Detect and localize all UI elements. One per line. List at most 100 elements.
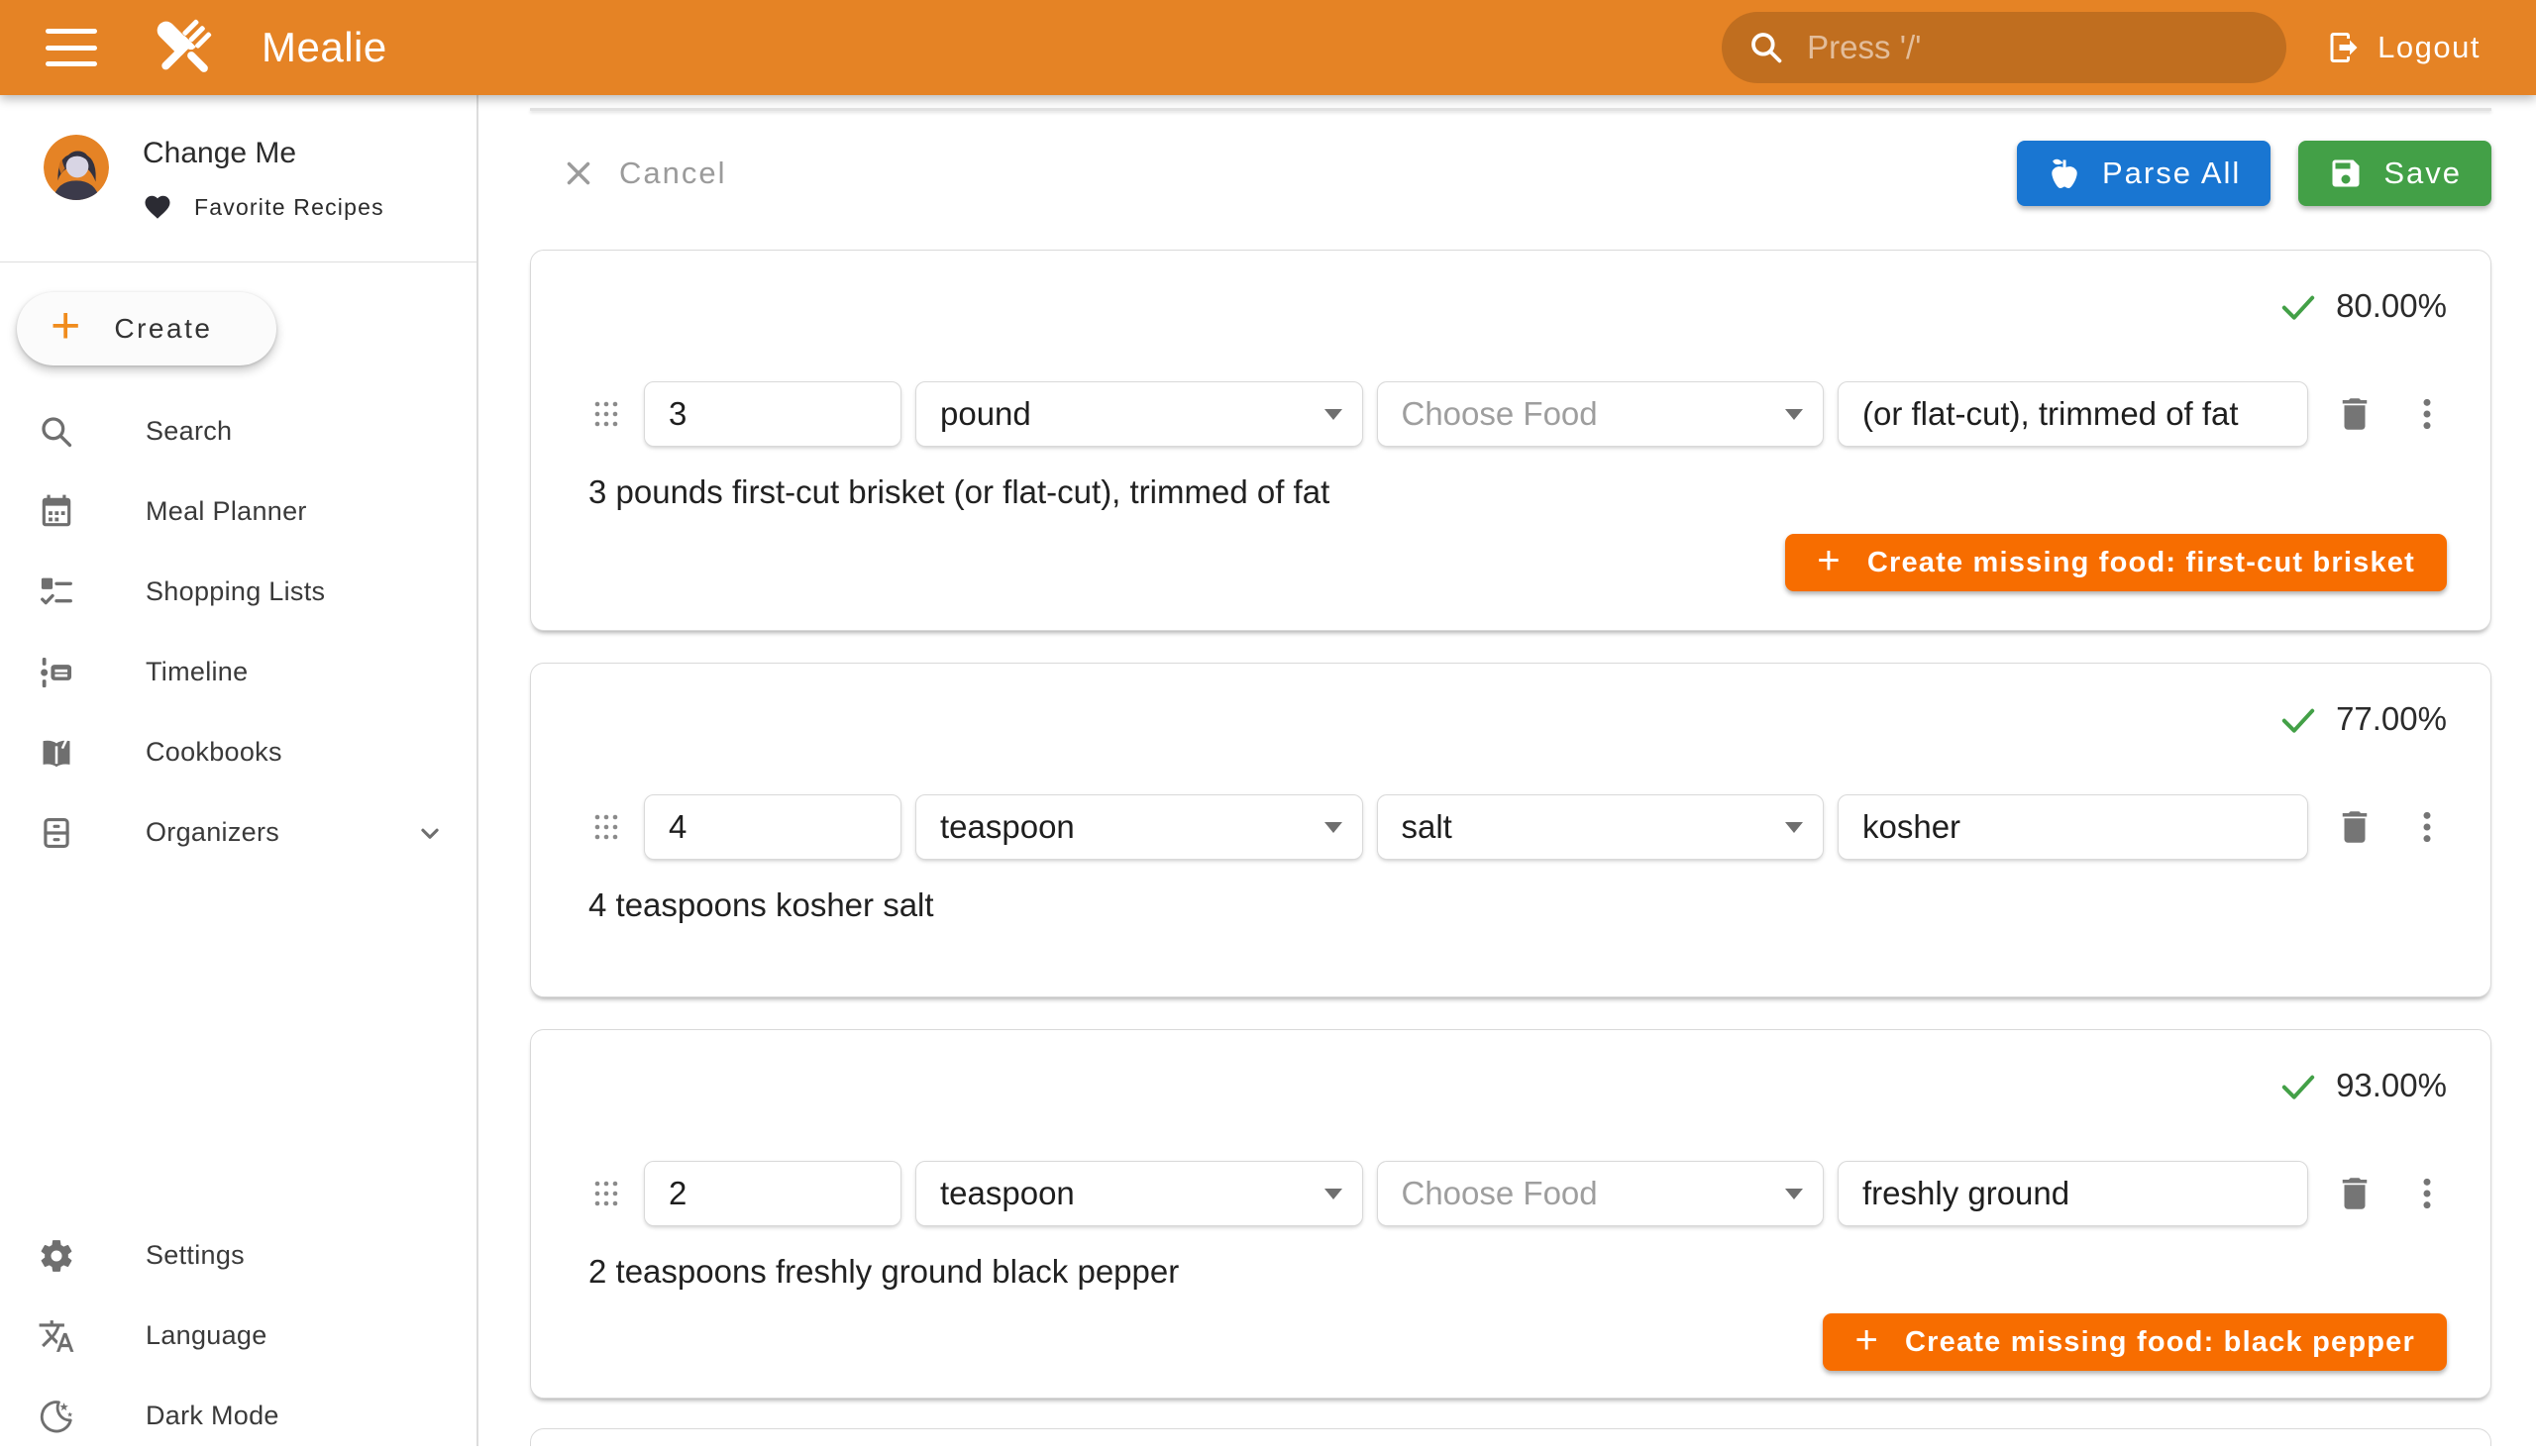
kebab-icon: [2407, 807, 2447, 847]
close-icon: [560, 155, 597, 192]
create-label: Create: [114, 313, 212, 345]
quantity-input[interactable]: [644, 794, 901, 860]
create-missing-food-button[interactable]: + Create missing food: first-cut brisket: [1785, 534, 2447, 591]
ingredient-menu-button[interactable]: [2407, 394, 2447, 434]
drag-handle-icon[interactable]: [588, 1176, 624, 1211]
create-button[interactable]: + Create: [17, 292, 276, 365]
ingredient-menu-button[interactable]: [2407, 1174, 2447, 1213]
original-ingredient-text: 2 teaspoons freshly ground black pepper: [588, 1252, 2447, 1292]
check-icon: [2278, 699, 2318, 739]
confidence-row: 80.00%: [588, 286, 2447, 326]
quantity-input[interactable]: [644, 381, 901, 447]
drag-handle-icon[interactable]: [588, 809, 624, 845]
calendar-icon: [37, 492, 76, 532]
parse-all-button[interactable]: Parse All: [2017, 141, 2271, 206]
logout-label: Logout: [2378, 30, 2481, 65]
main-content: Cancel Parse All Save 80.00%: [480, 95, 2536, 1446]
delete-ingredient-button[interactable]: [2334, 393, 2376, 435]
app-header: Mealie Logout: [0, 0, 2536, 95]
sidebar-item-organizers[interactable]: Organizers: [0, 792, 476, 873]
food-select[interactable]: Choose Food: [1377, 1161, 1825, 1226]
heart-icon: [143, 192, 172, 222]
caret-down-icon: [1785, 822, 1803, 833]
unit-select[interactable]: pound: [915, 381, 1363, 447]
sidebar-item-timeline[interactable]: Timeline: [0, 632, 476, 712]
logout-button[interactable]: Logout: [2326, 30, 2481, 65]
delete-ingredient-button[interactable]: [2334, 1173, 2376, 1214]
check-icon: [2278, 1066, 2318, 1105]
note-input[interactable]: [1838, 794, 2308, 860]
trash-icon: [2334, 393, 2376, 435]
drawer-icon: [37, 813, 76, 853]
logout-icon: [2326, 30, 2362, 65]
moon-stars-icon: [37, 1397, 76, 1436]
ingredient-card: 80.00% pound Choose Food: [530, 250, 2491, 631]
caret-down-icon: [1785, 1189, 1803, 1199]
sidebar-bottom-nav: Settings Language Dark Mode: [0, 1215, 476, 1456]
caret-down-icon: [1324, 409, 1342, 420]
sidebar-item-language[interactable]: Language: [0, 1296, 476, 1376]
confidence-value: 77.00%: [2336, 700, 2447, 738]
sidebar-item-meal-planner[interactable]: Meal Planner: [0, 471, 476, 552]
global-search-input[interactable]: [1807, 29, 2261, 66]
plus-icon: +: [51, 300, 80, 352]
caret-down-icon: [1324, 822, 1342, 833]
sidebar-item-dark-mode[interactable]: Dark Mode: [0, 1376, 476, 1456]
search-icon: [37, 412, 76, 452]
cancel-button[interactable]: Cancel: [560, 155, 727, 192]
original-ingredient-text: 3 pounds first-cut brisket (or flat-cut)…: [588, 472, 2447, 512]
user-name: Change Me: [143, 137, 384, 170]
floppy-icon: [2328, 156, 2364, 191]
translate-icon: [37, 1316, 76, 1356]
app-title: Mealie: [262, 24, 387, 71]
favorite-recipes-link[interactable]: Favorite Recipes: [143, 192, 384, 222]
search-icon: [1747, 29, 1785, 66]
ingredient-card-partial: [530, 1428, 2491, 1446]
create-missing-food-button[interactable]: + Create missing food: black pepper: [1823, 1313, 2447, 1371]
note-input[interactable]: [1838, 381, 2308, 447]
book-icon: [37, 733, 76, 773]
delete-ingredient-button[interactable]: [2334, 806, 2376, 848]
ingredient-fields-row: teaspoon Choose Food: [588, 1161, 2447, 1226]
sidebar-item-settings[interactable]: Settings: [0, 1215, 476, 1296]
confidence-row: 93.00%: [588, 1066, 2447, 1105]
menu-button[interactable]: [46, 29, 97, 66]
food-select[interactable]: salt: [1377, 794, 1825, 860]
caret-down-icon: [1785, 409, 1803, 420]
food-select[interactable]: Choose Food: [1377, 381, 1825, 447]
note-input[interactable]: [1838, 1161, 2308, 1226]
kebab-icon: [2407, 394, 2447, 434]
ingredient-fields-row: pound Choose Food: [588, 381, 2447, 447]
checklist-icon: [37, 572, 76, 612]
ingredient-card: 93.00% teaspoon Choose Food: [530, 1029, 2491, 1399]
sidebar-item-search[interactable]: Search: [0, 391, 476, 471]
apple-icon: [2047, 156, 2082, 191]
parse-all-label: Parse All: [2102, 156, 2241, 191]
gear-icon: [37, 1236, 76, 1276]
unit-select[interactable]: teaspoon: [915, 794, 1363, 860]
mealie-logo-icon: [145, 9, 222, 86]
sidebar-item-cookbooks[interactable]: Cookbooks: [0, 712, 476, 792]
save-label: Save: [2383, 156, 2462, 191]
original-ingredient-text: 4 teaspoons kosher salt: [588, 885, 2447, 925]
avatar[interactable]: [44, 135, 109, 200]
sidebar-item-shopping-lists[interactable]: Shopping Lists: [0, 552, 476, 632]
save-button[interactable]: Save: [2298, 141, 2491, 206]
user-profile[interactable]: Change Me Favorite Recipes: [0, 95, 476, 222]
drag-handle-icon[interactable]: [588, 396, 624, 432]
global-search[interactable]: [1722, 12, 2286, 83]
unit-select[interactable]: teaspoon: [915, 1161, 1363, 1226]
ingredient-menu-button[interactable]: [2407, 807, 2447, 847]
divider: [0, 261, 476, 262]
plus-icon: +: [1854, 1318, 1879, 1363]
parser-toolbar: Cancel Parse All Save: [560, 141, 2491, 206]
chevron-down-icon: [413, 816, 447, 850]
ingredient-fields-row: teaspoon salt: [588, 794, 2447, 860]
kebab-icon: [2407, 1174, 2447, 1213]
confidence-row: 77.00%: [588, 699, 2447, 739]
sidebar-nav: Search Meal Planner Shoppin: [0, 391, 476, 873]
timeline-icon: [37, 653, 76, 692]
quantity-input[interactable]: [644, 1161, 901, 1226]
trash-icon: [2334, 1173, 2376, 1214]
caret-down-icon: [1324, 1189, 1342, 1199]
